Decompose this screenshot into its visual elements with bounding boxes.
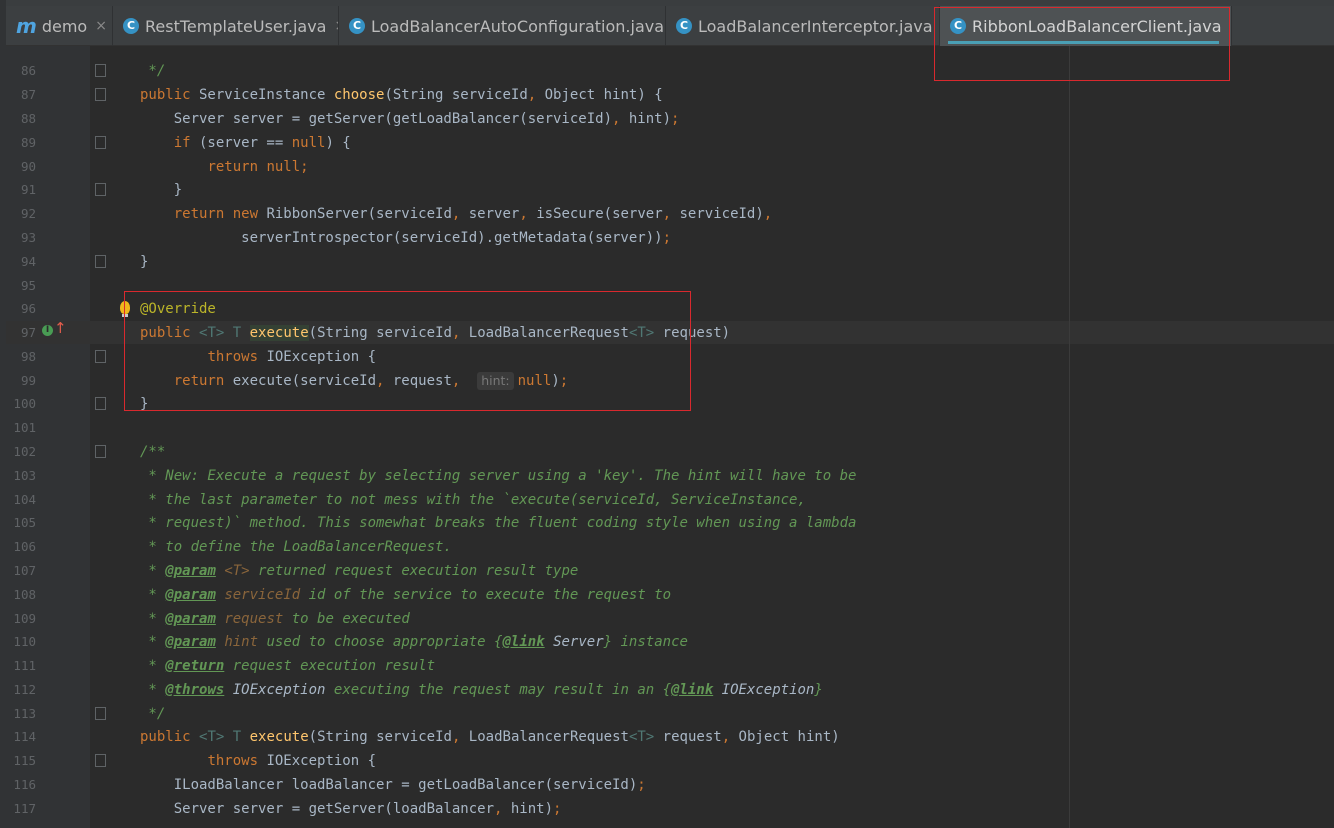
line-number: 86 [20,63,36,78]
line-number: 114 [13,729,36,744]
line-number: 88 [20,111,36,126]
line-number: 107 [13,563,36,578]
code-line-101: 101 [6,416,1326,440]
fold-marker-icon[interactable] [95,255,106,268]
tab-label: demo [41,16,88,36]
java-class-icon: C [349,18,365,34]
implements-icon[interactable]: I [42,325,53,336]
code-line-96: 96 @Override [6,297,1326,321]
line-number: 109 [13,611,36,626]
fold-marker-icon[interactable] [95,445,106,458]
code-line-95: 95 [6,274,1326,298]
line-number: 93 [20,230,36,245]
code-line-106: 106 * to define the LoadBalancerRequest. [6,535,1326,559]
fold-marker-icon[interactable] [95,64,106,77]
line-number: 91 [20,182,36,197]
code-line-108: 108 * @param serviceId id of the service… [6,583,1326,607]
line-number: 103 [13,468,36,483]
line-number: 115 [13,753,36,768]
tab-label: LoadBalancerAutoConfiguration.java [371,16,665,36]
code-line-104: 104 * the last parameter to not mess wit… [6,488,1326,512]
code-line-109: 109 * @param request to be executed [6,607,1326,631]
code-line-88: 88 Server server = getServer(getLoadBala… [6,107,1326,131]
override-annotation: @Override [140,301,216,317]
java-class-icon: C [676,18,692,34]
fold-marker-icon[interactable] [95,350,106,363]
code-line-110: 110 * @param hint used to choose appropr… [6,630,1326,654]
fold-marker-icon[interactable] [95,397,106,410]
code-line-97: 97 public <T> T execute(String serviceId,… [6,321,1326,345]
line-number: 98 [20,349,36,364]
close-icon[interactable]: × [95,18,107,34]
line-number: 101 [13,420,36,435]
editor-tab-bar: m demo × C RestTemplateUser.java × C Loa… [6,6,1334,46]
line-number: 97 [20,325,36,340]
code-line-92: 92 return new RibbonServer(serviceId, se… [6,202,1326,226]
code-line-99: 99 return execute(serviceId, request, hi… [6,369,1326,393]
code-line-86: 86 */ [6,59,1326,83]
line-number: 92 [20,206,36,221]
code-line-107: 107 * @param <T> returned request execut… [6,559,1326,583]
line-number: 99 [20,373,36,388]
code-line-90: 90 return null; [6,155,1326,179]
line-number: 96 [20,301,36,316]
close-icon[interactable]: × [1230,18,1231,34]
tab-load-balancer-interceptor[interactable]: C LoadBalancerInterceptor.java × [666,6,940,46]
line-number: 90 [20,159,36,174]
code-line-93: 93 serverIntrospector(serviceId).getMeta… [6,226,1326,250]
arrow-up-icon: ↑ [54,319,67,337]
line-number: 87 [20,87,36,102]
tab-label: RibbonLoadBalancerClient.java [972,16,1222,36]
code-line-87: 87 public ServiceInstance choose(String s… [6,83,1326,107]
line-number: 117 [13,801,36,816]
line-number: 106 [13,539,36,554]
code-line-100: 100} [6,392,1326,416]
code-line-94: 94} [6,250,1326,274]
line-number: 105 [13,515,36,530]
java-class-icon: C [950,18,966,34]
line-number: 100 [13,396,36,411]
code-line-91: 91 } [6,178,1326,202]
fold-marker-icon[interactable] [95,707,106,720]
tab-label: LoadBalancerInterceptor.java [698,16,933,36]
code-line-115: 115 throws IOException { [6,749,1326,773]
fold-marker-icon[interactable] [95,754,106,767]
line-number: 113 [13,706,36,721]
code-line-105: 105 * request)` method. This somewhat br… [6,511,1326,535]
java-class-icon: C [123,18,139,34]
line-number: 110 [13,634,36,649]
line-number: 102 [13,444,36,459]
line-number: 95 [20,278,36,293]
line-number: 111 [13,658,36,673]
code-line-89: 89 if (server == null) { [6,131,1326,155]
fold-marker-icon[interactable] [95,183,106,196]
line-number: 112 [13,682,36,697]
code-line-116: 116 ILoadBalancer loadBalancer = getLoad… [6,773,1326,797]
tab-label: RestTemplateUser.java [145,16,327,36]
line-number: 108 [13,587,36,602]
fold-marker-icon[interactable] [95,88,106,101]
parameter-hint: hint: [477,372,514,390]
line-number: 116 [13,777,36,792]
code-line-114: 114 public <T> T execute(String serviceId… [6,725,1326,749]
code-line-117: 117 Server server = getServer(loadBalanc… [6,797,1326,821]
lightbulb-icon[interactable] [120,301,130,317]
code-line-112: 112 * @throws IOException executing the … [6,678,1326,702]
code-line-113: 113 */ [6,702,1326,726]
line-number: 104 [13,492,36,507]
code-line-111: 111 * @return request execution result [6,654,1326,678]
line-number: 89 [20,135,36,150]
code-line-103: 103 * New: Execute a request by selectin… [6,464,1326,488]
tab-demo[interactable]: m demo × [6,6,113,46]
fold-marker-icon[interactable] [95,136,106,149]
code-line-98: 98 throws IOException { [6,345,1326,369]
code-line-102: 102/** [6,440,1326,464]
tab-rest-template-user[interactable]: C RestTemplateUser.java × [113,6,339,46]
maven-module-icon: m [16,14,37,38]
tab-load-balancer-auto-configuration[interactable]: C LoadBalancerAutoConfiguration.java × [339,6,666,46]
tab-ribbon-load-balancer-client[interactable]: C RibbonLoadBalancerClient.java × [940,6,1232,46]
line-number: 94 [20,254,36,269]
